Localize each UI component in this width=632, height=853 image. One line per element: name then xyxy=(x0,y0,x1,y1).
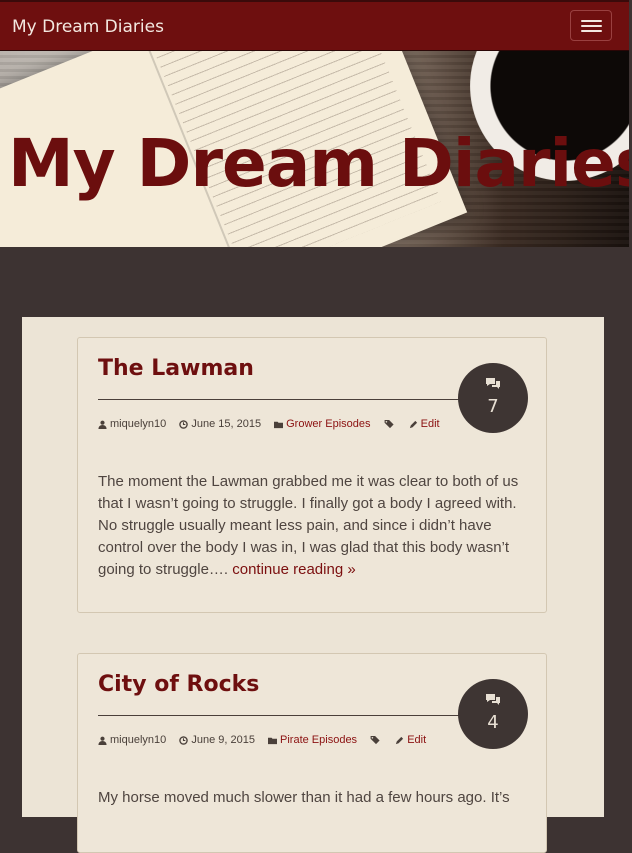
header-banner: My Dream Diaries xyxy=(0,51,629,247)
site-brand-link[interactable]: My Dream Diaries xyxy=(12,17,164,37)
clock-icon xyxy=(179,735,189,745)
clock-icon xyxy=(179,419,189,429)
pencil-icon xyxy=(409,420,417,428)
folder-icon xyxy=(274,421,284,428)
menu-toggle-button[interactable] xyxy=(570,10,612,41)
comment-count: 4 xyxy=(487,712,499,733)
folder-icon xyxy=(268,737,278,744)
post-date: June 9, 2015 xyxy=(191,734,255,746)
post-author[interactable]: miquelyn10 xyxy=(110,734,166,746)
post-meta: miquelyn10 June 15, 2015 Grower Episodes… xyxy=(98,418,450,432)
comment-count: 7 xyxy=(487,396,499,417)
post-card: City of Rocks 4 miquelyn10 June 9, 2015 … xyxy=(77,653,547,853)
comment-count-bubble[interactable]: 4 xyxy=(458,679,528,749)
post-card: The Lawman 7 miquelyn10 June 15, 2015 Gr… xyxy=(77,337,547,613)
post-excerpt: My horse moved much slower than it had a… xyxy=(98,789,510,806)
post-excerpt: The moment the Lawman grabbed me it was … xyxy=(98,473,519,578)
comments-icon xyxy=(486,378,500,389)
post-category-link[interactable]: Grower Episodes xyxy=(286,418,370,430)
title-divider xyxy=(98,399,470,400)
post-author[interactable]: miquelyn10 xyxy=(110,418,166,430)
pencil-icon xyxy=(396,736,404,744)
top-navbar: My Dream Diaries xyxy=(0,0,629,51)
post-category-link[interactable]: Pirate Episodes xyxy=(280,734,357,746)
post-title-link[interactable]: The Lawman xyxy=(98,356,254,381)
site-title[interactable]: My Dream Diaries xyxy=(8,131,629,197)
user-icon xyxy=(98,420,107,429)
comment-count-bubble[interactable]: 7 xyxy=(458,363,528,433)
post-title-link[interactable]: City of Rocks xyxy=(98,672,259,697)
edit-post-link[interactable]: Edit xyxy=(421,418,440,430)
post-meta: miquelyn10 June 9, 2015 Pirate Episodes … xyxy=(98,734,436,748)
tags-icon xyxy=(384,419,394,428)
hamburger-icon xyxy=(581,20,602,22)
continue-reading-link[interactable]: continue reading » xyxy=(232,561,355,578)
user-icon xyxy=(98,736,107,745)
tags-icon xyxy=(370,735,380,744)
comments-icon xyxy=(486,694,500,705)
post-date: June 15, 2015 xyxy=(191,418,262,430)
main-content: The Lawman 7 miquelyn10 June 15, 2015 Gr… xyxy=(22,317,604,853)
edit-post-link[interactable]: Edit xyxy=(407,734,426,746)
title-divider xyxy=(98,715,470,716)
